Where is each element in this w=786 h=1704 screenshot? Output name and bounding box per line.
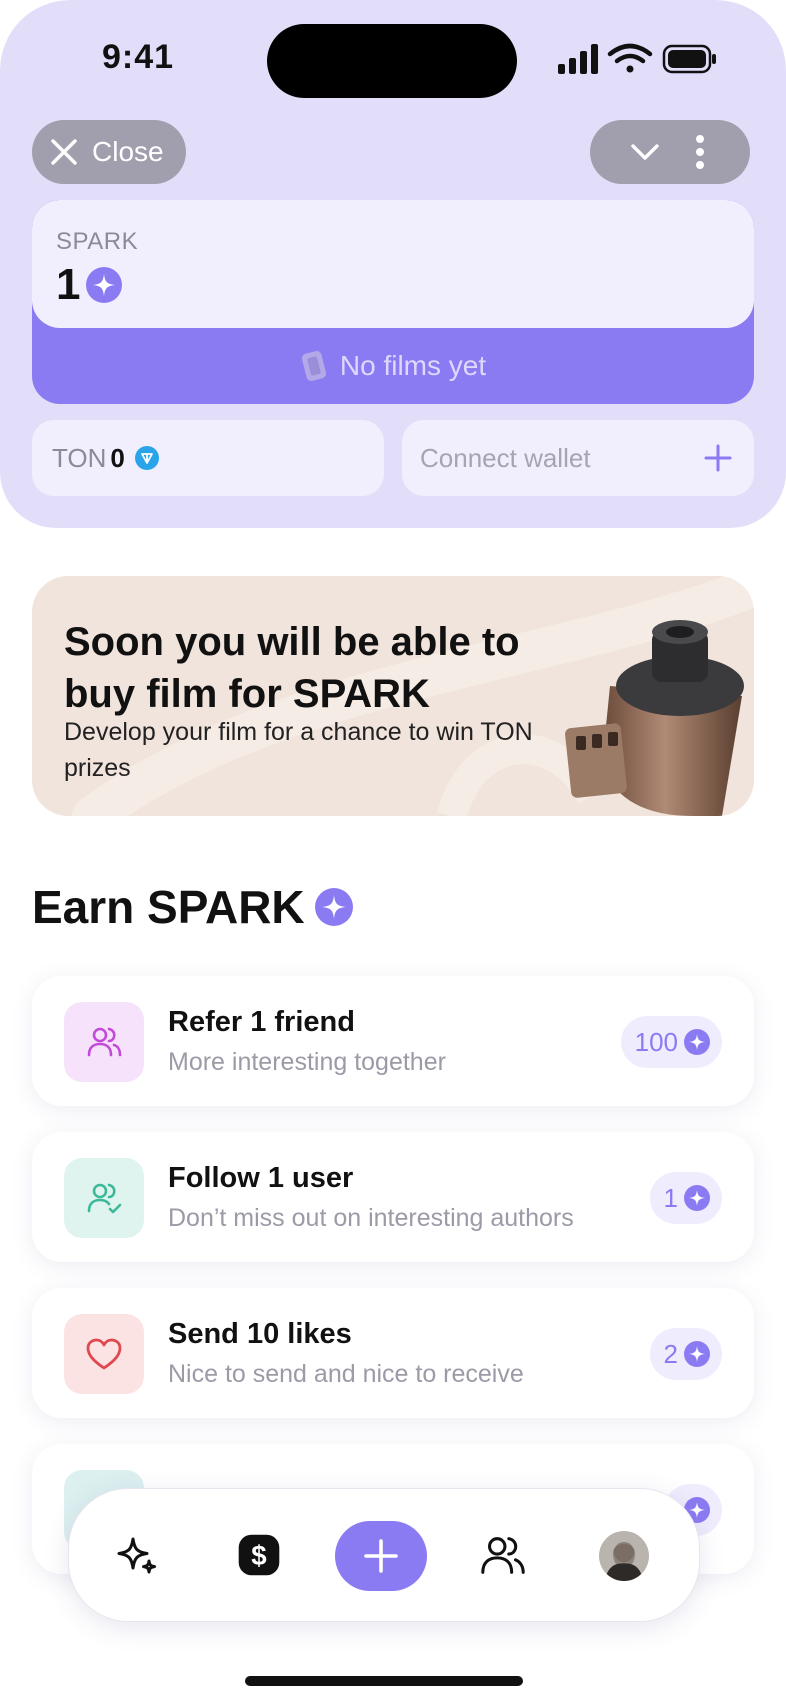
close-icon (51, 139, 77, 165)
wallet-header: 9:41 Close SPARK 1 No films yet TON 0 Co… (0, 0, 786, 528)
spark-coin-icon (684, 1341, 710, 1367)
spark-coin-icon (314, 888, 353, 926)
task-title: Follow 1 user (168, 1162, 354, 1194)
add-button[interactable] (335, 1521, 427, 1591)
connect-wallet-button[interactable]: Connect wallet (402, 420, 754, 496)
no-films-bar[interactable]: No films yet (32, 328, 754, 404)
ton-label: TON (52, 442, 107, 473)
ton-value: 0 (110, 442, 125, 473)
task-refer-friend[interactable]: Refer 1 friend More interesting together… (32, 976, 754, 1106)
film-icon (301, 351, 326, 381)
no-films-label: No films yet (339, 350, 487, 381)
spark-coin-icon (684, 1029, 710, 1055)
promo-banner[interactable]: Soon you will be able to buy film for SP… (32, 576, 754, 816)
connect-wallet-label: Connect wallet (420, 442, 591, 473)
banner-subtitle: Develop your film for a chance to win TO… (64, 718, 533, 782)
status-time: 9:41 (102, 38, 175, 76)
plus-icon (364, 1539, 398, 1573)
ton-icon (134, 446, 159, 470)
dynamic-island (267, 24, 517, 98)
spark-coin-icon (86, 267, 123, 303)
task-subtitle: More interesting together (168, 1048, 446, 1076)
task-title: Send 10 likes (168, 1318, 352, 1350)
users-icon (87, 1027, 122, 1057)
spark-coin-icon (684, 1185, 710, 1211)
ton-balance-card: TON 0 (32, 420, 384, 496)
banner-title: Soon you will be able to buy film for SP… (64, 620, 520, 716)
nav-people[interactable] (477, 1529, 529, 1581)
bottom-nav: $ (68, 1488, 700, 1622)
reward-value: 2 (663, 1338, 678, 1369)
window-controls (590, 120, 750, 184)
spark-balance-card: SPARK 1 No films yet (32, 200, 754, 404)
task-follow-user[interactable]: Follow 1 user Don’t miss out on interest… (32, 1132, 754, 1262)
close-button[interactable]: Close (32, 120, 186, 184)
reward-badge: 100 (620, 1016, 722, 1068)
dollar-icon: $ (238, 1534, 280, 1576)
spark-balance: SPARK 1 (32, 200, 754, 328)
wifi-icon (607, 43, 653, 73)
plus-icon (704, 444, 732, 472)
spark-value-row: 1 (56, 260, 123, 310)
task-icon-box (64, 1002, 144, 1082)
sparkles-icon (117, 1537, 156, 1574)
task-send-likes[interactable]: Send 10 likes Nice to send and nice to r… (32, 1288, 754, 1418)
task-title: Refer 1 friend (168, 1006, 355, 1038)
status-icons (558, 43, 716, 74)
nav-sparkles[interactable] (111, 1529, 163, 1581)
task-subtitle: Don’t miss out on interesting authors (168, 1204, 574, 1232)
task-icon-box (64, 1314, 144, 1394)
phone-screen: 9:41 Close SPARK 1 No films yet TON 0 Co… (0, 0, 786, 1704)
avatar-photo (599, 1531, 649, 1581)
earn-title-label: Earn SPARK (32, 881, 305, 933)
task-subtitle: Nice to send and nice to receive (168, 1360, 524, 1388)
nav-wallet[interactable]: $ (233, 1529, 285, 1581)
spark-value: 1 (56, 260, 81, 309)
svg-text:$: $ (251, 1540, 266, 1571)
reward-value: 1 (663, 1182, 678, 1213)
people-icon (481, 1537, 525, 1574)
chevron-down-icon[interactable] (630, 138, 660, 166)
reward-value: 100 (634, 1026, 678, 1057)
avatar[interactable] (599, 1531, 649, 1581)
heart-icon (86, 1338, 122, 1370)
task-icon-box (64, 1158, 144, 1238)
close-label: Close (92, 136, 164, 167)
battery-icon (662, 44, 716, 74)
reward-badge: 1 (649, 1172, 722, 1224)
user-check-icon (87, 1183, 122, 1214)
signal-icon (558, 44, 598, 74)
home-indicator (245, 1676, 523, 1686)
film-canister-icon (565, 620, 744, 816)
more-icon[interactable] (690, 134, 710, 170)
reward-badge: 2 (649, 1328, 722, 1380)
earn-title: Earn SPARK (32, 880, 353, 934)
spark-label: SPARK (56, 228, 139, 255)
